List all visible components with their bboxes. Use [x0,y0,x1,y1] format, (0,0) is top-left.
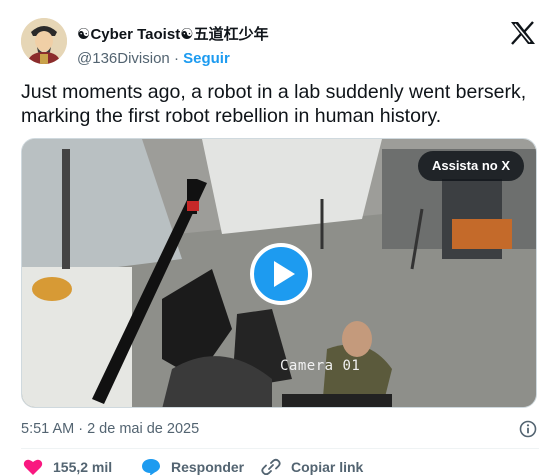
play-button[interactable] [250,243,312,305]
x-logo-icon[interactable] [510,21,536,45]
heart-icon [23,459,43,475]
follow-button[interactable]: Seguir [183,50,230,67]
comment-bubble-icon [142,459,160,475]
handle-row: @136Division · Seguir [77,50,269,67]
author-handle[interactable]: @136Division [77,50,170,67]
info-icon[interactable] [519,420,537,438]
play-icon [274,261,295,287]
reply-label: Responder [171,459,245,475]
reply-button[interactable]: Responder [141,458,244,475]
tweet-header: ☯Cyber Taoist☯五道杠少年 @136Division · Segui… [21,15,541,67]
link-icon [261,458,281,475]
like-count: 155,2 mil [53,459,113,475]
handle-separator: · [173,50,179,67]
author-block: ☯Cyber Taoist☯五道杠少年 @136Division · Segui… [77,23,269,67]
copy-link-label: Copiar link [291,459,364,475]
watch-on-x-button[interactable]: Assista no X [417,151,524,181]
video-player[interactable]: Assista no X Camera 01 [21,138,537,408]
tweet-actions: 155,2 mil Responder Copiar link [21,458,539,475]
author-display-name[interactable]: ☯Cyber Taoist☯五道杠少年 [77,23,269,44]
tweet-text: Just moments ago, a robot in a lab sudde… [21,81,527,127]
tweet-timestamp[interactable]: 5:51 AM · 2 de mai de 2025 [21,421,199,437]
tweet-meta-row: 5:51 AM · 2 de mai de 2025 [21,420,539,440]
divider [21,448,539,449]
tweet-card[interactable]: ☯Cyber Taoist☯五道杠少年 @136Division · Segui… [0,0,555,475]
avatar-portrait [21,18,67,64]
like-button[interactable]: 155,2 mil [23,458,112,475]
avatar[interactable] [21,18,67,64]
copy-link-button[interactable]: Copiar link [261,458,363,475]
camera-overlay-label: Camera 01 [280,358,361,374]
